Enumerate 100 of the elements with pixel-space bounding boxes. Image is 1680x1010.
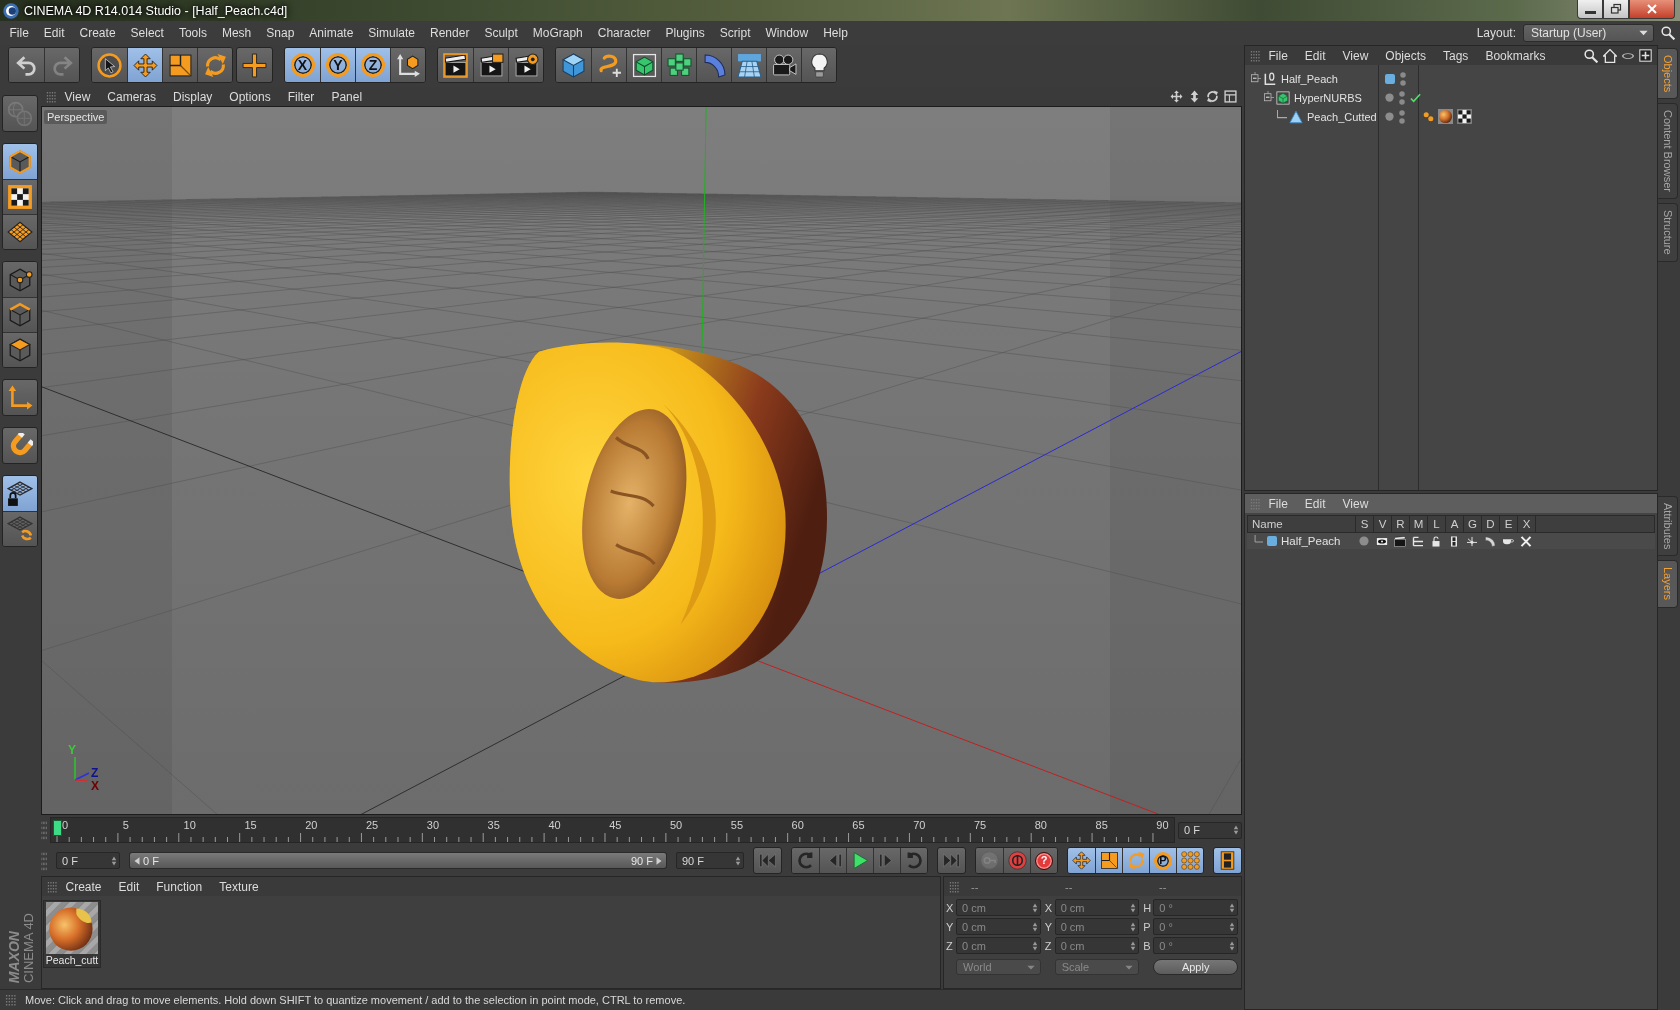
menu-item[interactable]: Panel	[322, 89, 371, 104]
menu-item[interactable]: Tags	[1434, 48, 1477, 63]
menu-item[interactable]: Sculpt	[476, 26, 526, 40]
restore-button[interactable]	[1603, 0, 1629, 19]
viewport[interactable]: Perspective Y Z X	[41, 106, 1242, 815]
column-header[interactable]: E	[1500, 516, 1518, 532]
menu-item[interactable]: Mesh	[214, 26, 259, 40]
axis-lock-button[interactable]: Y	[320, 48, 355, 82]
floor-object-button[interactable]	[731, 48, 766, 82]
menu-item[interactable]: Animate	[301, 26, 361, 40]
menu-item[interactable]: File	[1260, 48, 1297, 63]
key-point-level-button[interactable]	[1176, 848, 1203, 873]
column-header[interactable]: M	[1410, 516, 1428, 532]
column-header[interactable]: S	[1356, 516, 1374, 532]
menu-item[interactable]: Display	[164, 89, 221, 104]
undo-button[interactable]	[9, 48, 44, 82]
key-position-button[interactable]	[1068, 848, 1095, 873]
go-to-end-button[interactable]	[937, 847, 966, 874]
key-parameter-button[interactable]: P	[1149, 848, 1176, 873]
menu-item[interactable]: Render	[422, 26, 477, 40]
dolly-view-button[interactable]	[1188, 90, 1201, 103]
scale-tool-button[interactable]	[162, 48, 197, 82]
end-frame-field[interactable]: 90 F	[676, 852, 744, 869]
workplane-mode-button[interactable]	[3, 214, 37, 249]
snap-button[interactable]	[2, 427, 38, 464]
minimize-button[interactable]	[1577, 0, 1603, 19]
menu-item[interactable]: Edit	[110, 879, 148, 894]
timeline-button[interactable]	[1213, 847, 1242, 874]
help-button[interactable]: ?	[1030, 848, 1057, 873]
timeline-ruler[interactable]: 0 5 10 15 20 25 30 35 40 45 50 55 60 65 70 75 80 85 90	[50, 817, 1175, 843]
menu-item[interactable]: Select	[123, 26, 172, 40]
column-header[interactable]: R	[1392, 516, 1410, 532]
menu-item[interactable]: Edit	[1296, 496, 1335, 511]
menu-item[interactable]: Create	[57, 879, 111, 894]
menu-item[interactable]: Simulate	[360, 26, 423, 40]
axis-mode-button[interactable]	[2, 379, 38, 416]
cloner-object-button[interactable]	[661, 48, 696, 82]
previous-key-button[interactable]	[792, 848, 819, 873]
menu-item[interactable]: MoGraph	[525, 26, 591, 40]
play-button[interactable]	[846, 848, 873, 873]
menu-item[interactable]: Edit	[1296, 48, 1335, 63]
menu-item[interactable]: Plugins	[657, 26, 713, 40]
menu-item[interactable]: Cameras	[98, 89, 165, 104]
subdivision-object-button[interactable]	[626, 48, 661, 82]
column-header[interactable]: A	[1446, 516, 1464, 532]
search-button[interactable]	[1584, 48, 1598, 63]
menu-item[interactable]: Function	[147, 879, 211, 894]
live-selection-button[interactable]	[92, 48, 127, 82]
key-rotation-button[interactable]	[1122, 848, 1149, 873]
axis-lock-button[interactable]: X	[285, 48, 320, 82]
column-header[interactable]: X	[1518, 516, 1536, 532]
menu-item[interactable]: Tools	[171, 26, 215, 40]
current-frame-field[interactable]: 0 F	[1178, 821, 1242, 839]
menu-item[interactable]: Snap	[258, 26, 302, 40]
next-key-button[interactable]	[900, 848, 927, 873]
object-name[interactable]: Peach_Cutted	[1307, 110, 1377, 123]
playhead-marker[interactable]	[53, 820, 62, 836]
menu-item[interactable]: Filter	[279, 89, 323, 104]
model-mode-button[interactable]	[3, 144, 37, 179]
menu-item[interactable]: Character	[590, 26, 658, 40]
orbit-view-button[interactable]	[1206, 90, 1219, 103]
side-tab[interactable]: Attributes	[1658, 496, 1678, 557]
menu-item[interactable]: Bookmarks	[1476, 48, 1554, 63]
menu-item[interactable]: Window	[758, 26, 816, 40]
close-button[interactable]	[1629, 0, 1675, 19]
coordinate-system-button[interactable]	[390, 48, 425, 82]
key-scale-button[interactable]	[1095, 848, 1122, 873]
column-header[interactable]: Name	[1248, 516, 1356, 532]
polygons-mode-button[interactable]	[3, 332, 37, 367]
layer-row[interactable]: Half_Peach	[1247, 533, 1655, 549]
deformer-object-button[interactable]	[696, 48, 731, 82]
preview-range-bar[interactable]: 0 F 90 F	[129, 852, 667, 869]
toggle-button[interactable]	[1622, 52, 1634, 59]
menu-item[interactable]: View	[1334, 48, 1377, 63]
spline-object-button[interactable]	[591, 48, 626, 82]
menu-item[interactable]: View	[56, 89, 99, 104]
new-window-button[interactable]	[1639, 49, 1652, 62]
go-to-start-button[interactable]	[753, 847, 782, 874]
menu-item[interactable]: Script	[712, 26, 758, 40]
layout-view-button[interactable]	[1224, 90, 1237, 103]
material-item[interactable]: Peach_cutt	[43, 900, 101, 968]
menu-item[interactable]: Options	[220, 89, 280, 104]
object-name[interactable]: Half_Peach	[1281, 72, 1338, 85]
menu-item[interactable]: Texture	[210, 879, 268, 894]
menu-item[interactable]: Objects	[1376, 48, 1435, 63]
layout-dropdown[interactable]: Startup (User)	[1523, 24, 1654, 42]
record-button[interactable]	[1003, 848, 1030, 873]
locked-workplane-button[interactable]	[3, 476, 37, 511]
side-tab[interactable]: Content Browser	[1658, 103, 1678, 200]
move-tool-button[interactable]	[127, 48, 162, 82]
render-view-button[interactable]	[438, 48, 473, 82]
column-header[interactable]: G	[1464, 516, 1482, 532]
column-header[interactable]: D	[1482, 516, 1500, 532]
menu-item[interactable]: File	[1260, 496, 1297, 511]
search-button[interactable]	[1661, 26, 1675, 40]
light-object-button[interactable]	[801, 48, 836, 82]
menu-item[interactable]: Help	[815, 26, 856, 40]
side-tab[interactable]: Structure	[1658, 203, 1678, 262]
render-to-viewer-button[interactable]	[473, 48, 508, 82]
menu-item[interactable]: File	[2, 26, 37, 40]
